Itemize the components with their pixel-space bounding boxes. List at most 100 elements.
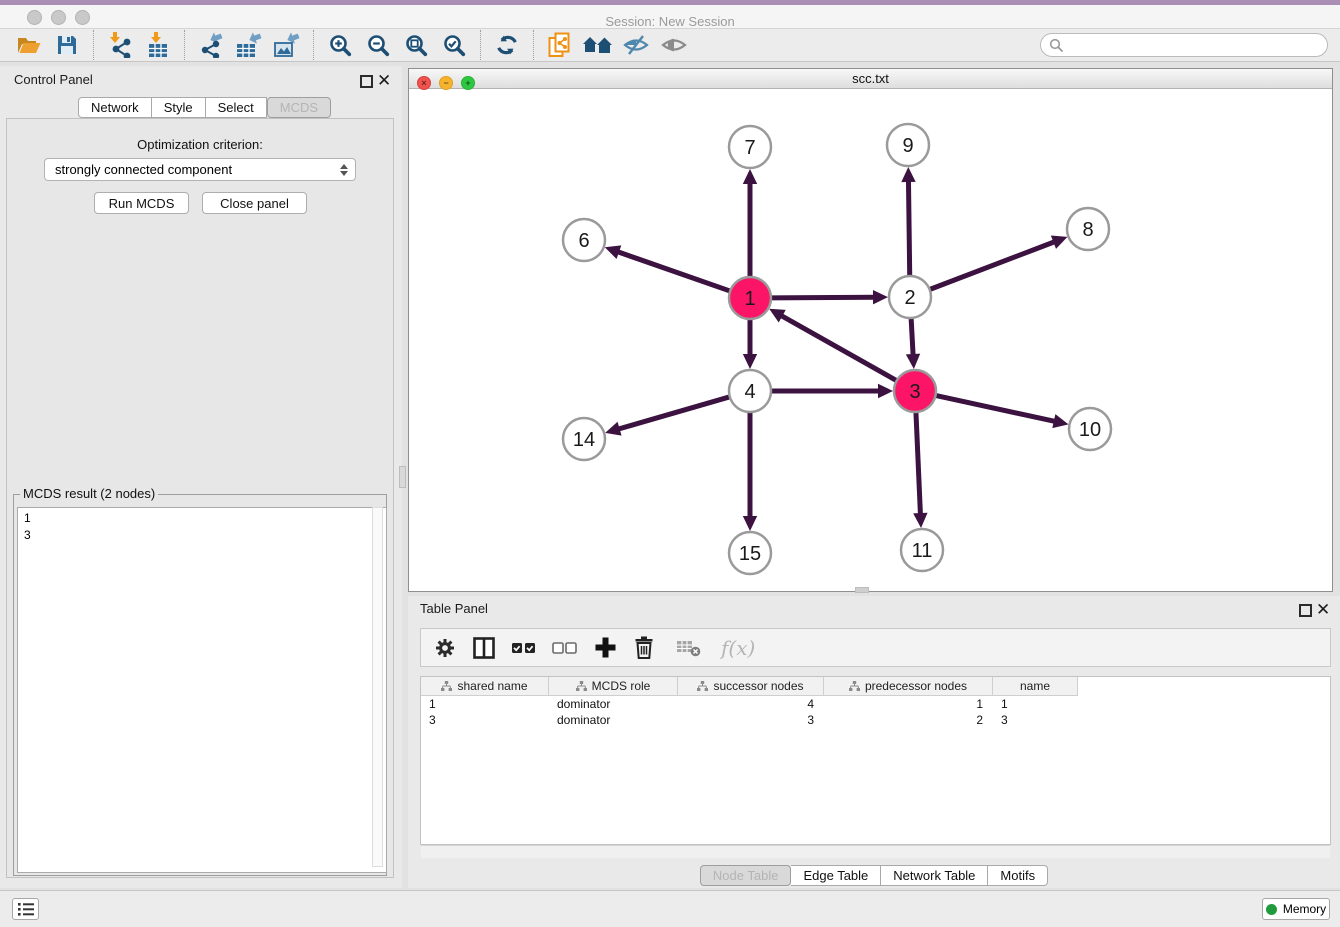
select-all-checkboxes-button[interactable] <box>511 641 537 655</box>
column-header-mcds-role[interactable]: MCDS role <box>549 677 678 696</box>
close-panel-button[interactable]: ✕ <box>377 73 391 91</box>
delete-table-button[interactable] <box>676 637 702 659</box>
table-horizontal-scrollbar[interactable] <box>421 845 1330 858</box>
graph-edge-2-9[interactable] <box>901 167 915 276</box>
graph-edge-1-2[interactable] <box>771 290 888 304</box>
table-cell[interactable]: 1 <box>993 696 1078 712</box>
tab-node-table[interactable]: Node Table <box>700 865 792 886</box>
table-cell[interactable]: 2 <box>824 712 993 728</box>
graph-node-8[interactable]: 8 <box>1067 208 1109 250</box>
zoom-selected-button[interactable] <box>435 30 473 60</box>
toolbar-separator <box>313 30 314 60</box>
table-cell[interactable]: dominator <box>549 712 678 728</box>
graph-node-6[interactable]: 6 <box>563 219 605 261</box>
graph-edge-4-15[interactable] <box>743 412 757 531</box>
export-image-button[interactable] <box>268 30 306 60</box>
close-table-panel-button[interactable]: ✕ <box>1316 602 1330 620</box>
toolbar-search-field[interactable] <box>1040 33 1328 57</box>
table-cell[interactable]: 3 <box>678 712 824 728</box>
tab-motifs[interactable]: Motifs <box>988 865 1048 886</box>
tree-hierarchy-icon <box>576 681 587 691</box>
graph-edge-2-3[interactable] <box>906 318 920 369</box>
criterion-dropdown[interactable]: strongly connected component <box>44 158 356 181</box>
hide-graphics-details-button[interactable] <box>617 30 655 60</box>
table-cell[interactable]: 3 <box>993 712 1078 728</box>
function-builder-button[interactable]: f(x) <box>721 636 755 660</box>
graph-edge-2-8[interactable] <box>930 235 1068 289</box>
graph-node-1[interactable]: 1 <box>729 277 771 319</box>
graph-node-2[interactable]: 2 <box>889 276 931 318</box>
column-header-predecessor-nodes[interactable]: predecessor nodes <box>824 677 993 696</box>
column-header-shared-name[interactable]: shared name <box>421 677 549 696</box>
network-window-titlebar[interactable]: ×−+ scc.txt <box>409 69 1332 89</box>
export-network-button[interactable] <box>192 30 230 60</box>
column-header-label: name <box>1020 679 1050 693</box>
table-cell[interactable]: 1 <box>824 696 993 712</box>
column-header-name[interactable]: name <box>993 677 1078 696</box>
graph-edge-4-3[interactable] <box>771 384 893 398</box>
tab-select[interactable]: Select <box>206 97 267 118</box>
graph-edge-4-14[interactable] <box>605 397 730 436</box>
zoom-fit-button[interactable] <box>397 30 435 60</box>
graph-node-9[interactable]: 9 <box>887 124 929 166</box>
refresh-view-button[interactable] <box>488 30 526 60</box>
window-splitter-handle[interactable] <box>855 587 869 593</box>
table-row[interactable]: 1dominator411 <box>421 696 1330 712</box>
graph-edge-1-4[interactable] <box>743 319 757 369</box>
import-table-button[interactable] <box>139 30 177 60</box>
show-columns-button[interactable] <box>472 636 496 660</box>
mcds-result-text[interactable]: 13 <box>17 507 387 873</box>
home-view-button[interactable] <box>579 30 617 60</box>
settings-gear-button[interactable] <box>433 636 457 660</box>
clone-network-button[interactable] <box>541 30 579 60</box>
tab-network-table[interactable]: Network Table <box>881 865 988 886</box>
tab-style[interactable]: Style <box>152 97 206 118</box>
column-header-successor-nodes[interactable]: successor nodes <box>678 677 824 696</box>
close-panel-action-button[interactable]: Close panel <box>202 192 307 214</box>
graph-node-3[interactable]: 3 <box>894 370 936 412</box>
graph-node-4[interactable]: 4 <box>729 370 771 412</box>
open-session-button[interactable] <box>10 30 48 60</box>
table-cell[interactable]: 3 <box>421 712 549 728</box>
result-scrollbar[interactable] <box>372 507 383 867</box>
zoom-out-button[interactable] <box>359 30 397 60</box>
delete-row-button[interactable] <box>633 635 655 660</box>
graph-edge-1-7[interactable] <box>743 169 757 277</box>
table-row[interactable]: 3dominator323 <box>421 712 1330 728</box>
table-cell[interactable]: 1 <box>421 696 549 712</box>
status-bar <box>0 890 1340 927</box>
panel-splitter-handle[interactable] <box>399 466 406 488</box>
graph-edge-3-11[interactable] <box>913 412 927 528</box>
graph-node-14[interactable]: 14 <box>563 418 605 460</box>
graph-edge-3-10[interactable] <box>936 395 1069 428</box>
tab-network[interactable]: Network <box>78 97 152 118</box>
memory-button[interactable]: Memory <box>1262 898 1330 920</box>
search-input[interactable] <box>1069 35 1327 55</box>
run-mcds-button[interactable]: Run MCDS <box>94 192 189 214</box>
save-floppy-icon <box>56 34 78 56</box>
export-table-button[interactable] <box>230 30 268 60</box>
graph-node-10[interactable]: 10 <box>1069 408 1111 450</box>
tab-edge-table[interactable]: Edge Table <box>791 865 881 886</box>
deselect-all-checkboxes-button[interactable] <box>552 641 578 655</box>
show-graphics-details-button[interactable] <box>655 30 693 60</box>
float-table-panel-button[interactable] <box>1299 604 1312 622</box>
save-session-button[interactable] <box>48 30 86 60</box>
export-table-icon <box>235 32 263 58</box>
graph-node-15[interactable]: 15 <box>729 532 771 574</box>
task-history-button[interactable] <box>12 898 39 920</box>
graph-edge-3-1[interactable] <box>769 309 897 381</box>
network-canvas[interactable]: 7 9 6 8 1 2 4 3 14 10 15 11 <box>409 88 1332 591</box>
graph-node-7[interactable]: 7 <box>729 126 771 168</box>
svg-text:15: 15 <box>739 543 761 565</box>
mcds-result-groupbox: MCDS result (2 nodes) 13 <box>13 494 387 876</box>
graph-edge-1-6[interactable] <box>605 245 730 291</box>
float-panel-button[interactable] <box>360 75 373 93</box>
tab-mcds[interactable]: MCDS <box>267 97 331 118</box>
graph-node-11[interactable]: 11 <box>901 529 943 571</box>
table-cell[interactable]: 4 <box>678 696 824 712</box>
zoom-in-button[interactable] <box>321 30 359 60</box>
import-network-button[interactable] <box>101 30 139 60</box>
add-row-button[interactable] <box>593 635 618 660</box>
table-cell[interactable]: dominator <box>549 696 678 712</box>
